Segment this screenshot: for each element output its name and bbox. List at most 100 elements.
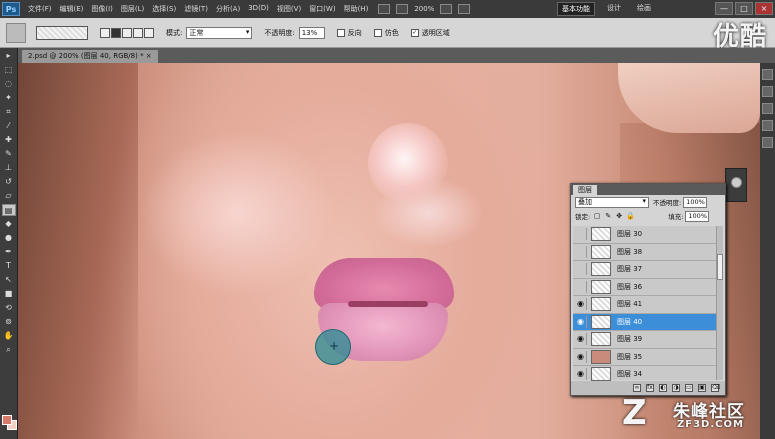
reverse-checkbox[interactable] [336, 28, 345, 37]
layers-scrollbar[interactable] [716, 226, 723, 380]
lasso-tool-icon[interactable]: ◌ [2, 78, 16, 90]
gradient-picker[interactable] [36, 25, 88, 40]
tool-preset-icon[interactable] [6, 22, 26, 43]
angle-gradient-icon[interactable] [122, 27, 132, 38]
layer-row[interactable]: 图层 37 [573, 261, 716, 279]
link-layers-icon[interactable]: ∞ [633, 384, 641, 392]
workspace-essentials[interactable]: 基本功能 [557, 2, 595, 16]
layer-row[interactable]: 图层 38 [573, 244, 716, 261]
crop-tool-icon[interactable]: ⌗ [2, 106, 16, 118]
layer-row[interactable]: 图层 36 [573, 279, 716, 296]
reflected-gradient-icon[interactable] [133, 27, 143, 38]
menu-edit[interactable]: 编辑(E) [56, 4, 88, 14]
menu-layer[interactable]: 图层(L) [117, 4, 148, 14]
menu-image[interactable]: 图像(I) [87, 4, 117, 14]
eye-icon[interactable]: ◉ [575, 368, 587, 381]
3d-rotate-tool-icon[interactable]: ⟲ [2, 302, 16, 314]
marquee-tool-icon[interactable]: ⬚ [2, 64, 16, 76]
visibility-toggle[interactable] [575, 245, 587, 258]
eye-icon[interactable]: ◉ [575, 315, 587, 328]
layer-row[interactable]: 图层 30 [573, 226, 716, 244]
move-tool-icon[interactable]: ▸ [2, 50, 16, 62]
dither-checkbox[interactable] [373, 28, 382, 37]
dither-option[interactable]: 仿色 [373, 28, 399, 38]
bridge-icon[interactable] [378, 4, 391, 14]
dodge-tool-icon[interactable]: ● [2, 232, 16, 244]
lock-transparency-icon[interactable]: ▢ [593, 212, 601, 220]
navigator-icon[interactable] [730, 177, 742, 188]
workspace-painting[interactable]: 绘画 [633, 2, 655, 16]
zoom-tool-icon[interactable]: ⌕ [2, 344, 16, 356]
lock-position-icon[interactable]: ✥ [615, 212, 623, 220]
layers-scrollbar-thumb[interactable] [717, 254, 723, 280]
adjustments-panel-icon[interactable] [762, 86, 773, 97]
menu-filter[interactable]: 滤镜(T) [180, 4, 212, 14]
visibility-toggle[interactable] [575, 280, 587, 293]
menu-3d[interactable]: 3D(D) [244, 4, 273, 14]
minimize-button[interactable]: — [715, 2, 733, 15]
arrange-documents-icon[interactable] [440, 4, 453, 14]
maximize-button[interactable]: □ [735, 2, 753, 15]
lock-all-icon[interactable]: 🔒 [626, 212, 635, 220]
adjustment-layer-icon[interactable]: ◑ [672, 384, 680, 392]
zoom-level[interactable]: 200% [414, 5, 434, 13]
menu-analysis[interactable]: 分析(A) [212, 4, 244, 14]
eraser-tool-icon[interactable]: ▱ [2, 190, 16, 202]
type-tool-icon[interactable]: T [2, 260, 16, 272]
layer-row[interactable]: ◉ 图层 39 [573, 331, 716, 349]
workspace-design[interactable]: 设计 [603, 2, 625, 16]
styles-panel-icon[interactable] [762, 120, 773, 131]
swatches-panel-icon[interactable] [762, 103, 773, 114]
visibility-toggle[interactable] [575, 263, 587, 276]
foreground-color-swatch[interactable] [2, 415, 12, 425]
opacity-input[interactable]: 13% [298, 26, 325, 39]
menu-help[interactable]: 帮助(H) [340, 4, 373, 14]
close-button[interactable]: × [755, 2, 773, 15]
hand-view-icon[interactable] [396, 4, 409, 14]
lock-pixels-icon[interactable]: ✎ [604, 212, 612, 220]
gradient-tool-icon[interactable]: ▤ [1, 204, 16, 216]
transparency-option[interactable]: ✓ 透明区域 [410, 28, 450, 38]
menu-file[interactable]: 文件(F) [24, 4, 56, 14]
blur-tool-icon[interactable]: ◆ [2, 218, 16, 230]
linear-gradient-icon[interactable] [100, 27, 110, 38]
clone-stamp-tool-icon[interactable]: ⊥ [2, 162, 16, 174]
delete-layer-icon[interactable]: ⌫ [711, 384, 720, 392]
eye-icon[interactable]: ◉ [575, 350, 587, 363]
3d-orbit-tool-icon[interactable]: ⊚ [2, 316, 16, 328]
blend-mode-select[interactable]: 叠加 [575, 196, 649, 208]
history-brush-tool-icon[interactable]: ↺ [2, 176, 16, 188]
shape-tool-icon[interactable]: ■ [2, 288, 16, 300]
brush-tool-icon[interactable]: ✎ [2, 148, 16, 160]
menu-select[interactable]: 选择(S) [148, 4, 180, 14]
eyedropper-tool-icon[interactable]: ⁄ [2, 120, 16, 132]
quick-select-tool-icon[interactable]: ✦ [2, 92, 16, 104]
path-select-tool-icon[interactable]: ↖ [2, 274, 16, 286]
screen-mode-icon[interactable] [458, 4, 471, 14]
document-tab[interactable]: 2.psd @ 200% (图层 40, RGB/8) * × [22, 50, 158, 63]
layer-row[interactable]: ◉ 图层 41 [573, 296, 716, 314]
healing-brush-tool-icon[interactable]: ✚ [2, 134, 16, 146]
mode-select[interactable]: 正常 [186, 26, 253, 39]
menu-view[interactable]: 视图(V) [273, 4, 305, 14]
reverse-option[interactable]: 反向 [336, 28, 362, 38]
hand-tool-icon[interactable]: ✋ [2, 330, 16, 342]
fill-input[interactable]: 100% [685, 210, 710, 222]
layers-tab[interactable]: 图层 [573, 185, 597, 195]
layer-opacity-input[interactable]: 100% [683, 196, 708, 208]
layer-row[interactable]: ◉ 图层 35 [573, 349, 716, 366]
diamond-gradient-icon[interactable] [144, 27, 154, 38]
new-layer-icon[interactable]: ▣ [698, 384, 706, 392]
new-group-icon[interactable]: ▭ [685, 384, 693, 392]
history-panel-icon[interactable] [762, 137, 773, 148]
pen-tool-icon[interactable]: ✒ [2, 246, 16, 258]
layer-style-icon[interactable]: fx [646, 384, 654, 392]
transparency-checkbox[interactable]: ✓ [410, 28, 419, 37]
eye-icon[interactable]: ◉ [575, 333, 587, 346]
radial-gradient-icon[interactable] [111, 27, 121, 38]
layer-row-selected[interactable]: ◉ 图层 40 [573, 313, 716, 331]
eye-icon[interactable]: ◉ [575, 298, 587, 311]
menu-window[interactable]: 窗口(W) [305, 4, 339, 14]
color-panel-icon[interactable] [762, 69, 773, 80]
visibility-toggle[interactable] [575, 228, 587, 241]
